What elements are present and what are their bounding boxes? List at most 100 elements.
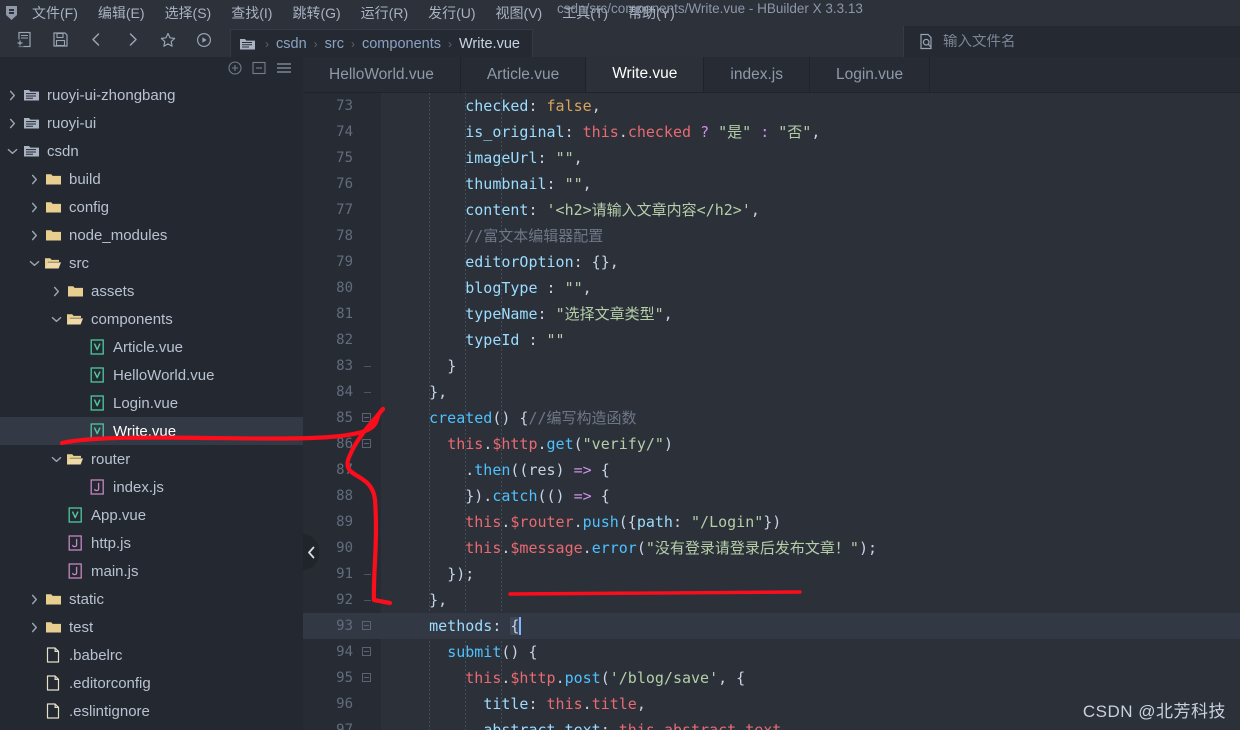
chevron-right-icon[interactable]	[26, 230, 42, 241]
fold-toggle-icon[interactable]	[362, 439, 371, 448]
code-line[interactable]: imageUrl: "",	[381, 145, 1240, 171]
breadcrumb[interactable]: › csdn › src › components › Write.vue	[230, 29, 533, 57]
tree-item-ruoyi-ui[interactable]: ruoyi-ui	[0, 109, 303, 137]
tree-item-index-js[interactable]: index.js	[0, 473, 303, 501]
code-line[interactable]: }	[381, 353, 1240, 379]
chevron-down-icon[interactable]	[48, 315, 64, 324]
chevron-right-icon[interactable]	[4, 118, 20, 129]
editor-tab-write-vue[interactable]: Write.vue	[586, 57, 705, 92]
tree-item-main-js[interactable]: main.js	[0, 557, 303, 585]
breadcrumb-item-write-vue[interactable]: Write.vue	[459, 36, 520, 52]
tree-item-write-vue[interactable]: Write.vue	[0, 417, 303, 445]
menu-item-8[interactable]: 工具(T)	[552, 4, 618, 22]
code-line[interactable]: this.$message.error("没有登录请登录后发布文章！");	[381, 535, 1240, 561]
code-line[interactable]: content: '<h2>请输入文章内容</h2>',	[381, 197, 1240, 223]
tree-item-app-vue[interactable]: App.vue	[0, 501, 303, 529]
chevron-right-icon[interactable]	[26, 594, 42, 605]
code-line[interactable]: });	[381, 561, 1240, 587]
chevron-down-icon[interactable]	[26, 259, 42, 268]
fold-toggle-icon[interactable]	[362, 673, 371, 682]
code-line[interactable]: this.$router.push({path: "/Login"})	[381, 509, 1240, 535]
code-line[interactable]: typeName: "选择文章类型",	[381, 301, 1240, 327]
menu-item-5[interactable]: 运行(R)	[351, 4, 418, 22]
code-line[interactable]: }).catch(() => {	[381, 483, 1240, 509]
tree-item-csdn[interactable]: csdn	[0, 137, 303, 165]
code-line[interactable]: is_original: this.checked ? "是" : "否",	[381, 119, 1240, 145]
menu-item-1[interactable]: 编辑(E)	[88, 4, 155, 22]
chevron-down-icon[interactable]	[4, 147, 20, 156]
code-text[interactable]: checked: false, is_original: this.checke…	[381, 93, 1240, 730]
code-line[interactable]: //富文本编辑器配置	[381, 223, 1240, 249]
code-line[interactable]: methods: {	[381, 613, 1240, 639]
code-line[interactable]: },	[381, 587, 1240, 613]
filename-search-input[interactable]	[943, 33, 1203, 50]
tree-item-components[interactable]: components	[0, 305, 303, 333]
chevron-right-icon[interactable]	[26, 202, 42, 213]
star-icon[interactable]	[152, 26, 184, 54]
filename-search-box[interactable]	[903, 26, 1240, 57]
tree-item-src[interactable]: src	[0, 249, 303, 277]
fold-toggle-icon[interactable]	[362, 647, 371, 656]
editor-tab-login-vue[interactable]: Login.vue	[809, 57, 931, 92]
chevron-right-icon[interactable]	[4, 90, 20, 101]
chevron-right-icon[interactable]	[26, 622, 42, 633]
menu-item-2[interactable]: 选择(S)	[155, 4, 222, 22]
fold-toggle-icon[interactable]	[362, 413, 371, 422]
menu-item-0[interactable]: 文件(F)	[22, 4, 88, 22]
chevron-down-icon[interactable]	[48, 455, 64, 464]
breadcrumb-item-csdn[interactable]: csdn	[276, 36, 307, 52]
breadcrumb-item-components[interactable]: components	[362, 36, 441, 52]
code-line[interactable]: },	[381, 379, 1240, 405]
forward-icon[interactable]	[116, 26, 148, 54]
chevron-right-icon[interactable]	[48, 286, 64, 297]
menu-item-3[interactable]: 查找(I)	[221, 4, 282, 22]
fold-toggle-icon[interactable]	[362, 621, 371, 630]
tree-item-node-modules[interactable]: node_modules	[0, 221, 303, 249]
editor-tab-index-js[interactable]: index.js	[704, 57, 810, 92]
menu-item-9[interactable]: 帮助(Y)	[618, 4, 685, 22]
tree-item-router[interactable]: router	[0, 445, 303, 473]
editor-tab-bar[interactable]: HelloWorld.vue Article.vue Write.vue index.…	[303, 57, 1240, 93]
code-line[interactable]: abstract_text: this.abstract_text	[381, 717, 1240, 730]
run-icon[interactable]	[188, 26, 220, 54]
tree-item-assets[interactable]: assets	[0, 277, 303, 305]
tree-item-babelrc[interactable]: .babelrc	[0, 641, 303, 669]
editor-tab-helloworld-vue[interactable]: HelloWorld.vue	[303, 57, 461, 92]
tree-item-editorconfig[interactable]: .editorconfig	[0, 669, 303, 697]
breadcrumb-item-src[interactable]: src	[325, 36, 344, 52]
menu-icon[interactable]	[276, 61, 292, 75]
code-line[interactable]: this.$http.post('/blog/save', {	[381, 665, 1240, 691]
menu-item-7[interactable]: 视图(V)	[486, 4, 553, 22]
tree-item-config[interactable]: config	[0, 193, 303, 221]
tree-item-build[interactable]: build	[0, 165, 303, 193]
menu-item-4[interactable]: 跳转(G)	[282, 4, 350, 22]
new-file-icon[interactable]	[8, 26, 40, 54]
code-line[interactable]: thumbnail: "",	[381, 171, 1240, 197]
code-line[interactable]: checked: false,	[381, 93, 1240, 119]
code-line[interactable]: title: this.title,	[381, 691, 1240, 717]
tree-item-ruoyi-ui-zhongbang[interactable]: ruoyi-ui-zhongbang	[0, 81, 303, 109]
tree-item-static[interactable]: static	[0, 585, 303, 613]
code-line[interactable]: typeId : ""	[381, 327, 1240, 353]
tree-item-eslintignore[interactable]: .eslintignore	[0, 697, 303, 725]
tree-item-http-js[interactable]: http.js	[0, 529, 303, 557]
editor-tab-article-vue[interactable]: Article.vue	[460, 57, 587, 92]
tree-item-test[interactable]: test	[0, 613, 303, 641]
tree-item-login-vue[interactable]: Login.vue	[0, 389, 303, 417]
add-circle-icon[interactable]	[228, 61, 242, 75]
save-icon[interactable]	[44, 26, 76, 54]
code-line[interactable]: blogType : "",	[381, 275, 1240, 301]
code-line[interactable]: created() {//编写构造函数	[381, 405, 1240, 431]
menu-item-6[interactable]: 发行(U)	[418, 4, 485, 22]
tree-item-helloworld-vue[interactable]: HelloWorld.vue	[0, 361, 303, 389]
code-line[interactable]: editorOption: {},	[381, 249, 1240, 275]
file-tree[interactable]: ruoyi-ui-zhongbang ruoyi-ui csdn build confi…	[0, 79, 303, 730]
code-view[interactable]: 73 74 75 76 77 78 79 80 81 82 83 84 85 86 87 88 89 90 91 92…	[303, 93, 1240, 730]
collapse-all-icon[interactable]	[252, 61, 266, 75]
code-line[interactable]: submit() {	[381, 639, 1240, 665]
menu-bar[interactable]: 文件(F) 编辑(E) 选择(S) 查找(I) 跳转(G) 运行(R) 发行(U) 视图(V)…	[22, 0, 685, 22]
tree-item-article-vue[interactable]: Article.vue	[0, 333, 303, 361]
code-line[interactable]: .then((res) => {	[381, 457, 1240, 483]
code-line[interactable]: this.$http.get("verify/")	[381, 431, 1240, 457]
chevron-right-icon[interactable]	[26, 174, 42, 185]
